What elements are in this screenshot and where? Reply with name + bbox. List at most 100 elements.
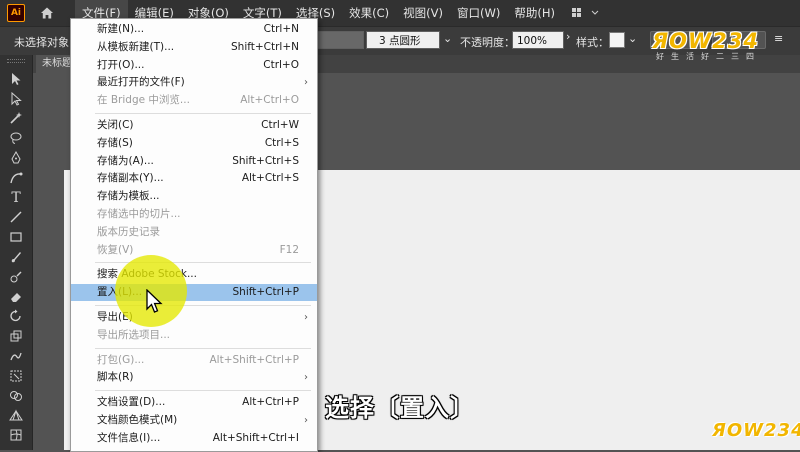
- menu-item-label: 存储选中的切片...: [97, 208, 181, 220]
- menu-item-label: 恢复(V): [97, 243, 134, 256]
- type-tool-icon[interactable]: T: [0, 188, 32, 208]
- menu-separator: [95, 113, 311, 114]
- menu-item-label: 文档颜色模式(M): [97, 414, 178, 426]
- file-menu-item[interactable]: 关闭(C) Ctrl+W: [71, 117, 317, 134]
- mouse-cursor-icon: [146, 288, 164, 318]
- home-icon[interactable]: [39, 5, 55, 21]
- shaper-tool-icon[interactable]: [0, 267, 32, 287]
- file-menu-item[interactable]: 存储为(A)... Shift+Ctrl+S: [71, 153, 317, 170]
- menu-item-label: 版本历史记录: [97, 225, 160, 238]
- menu-item-shortcut: Ctrl+N: [263, 23, 299, 35]
- file-menu-item[interactable]: 搜索 Adobe Stock...: [71, 266, 317, 283]
- lasso-tool-icon[interactable]: [0, 128, 32, 148]
- submenu-arrow-icon: ›: [304, 77, 308, 89]
- menu-item-label: 存储为(A)...: [97, 154, 154, 167]
- style-label: 样式：: [576, 36, 609, 49]
- menu-item[interactable]: 视图(V): [396, 0, 450, 26]
- menu-item-label: 从模板新建(T)...: [97, 40, 175, 53]
- file-menu-item[interactable]: 版本历史记录: [71, 224, 317, 241]
- file-menu-item[interactable]: 新建(N)... Ctrl+N: [71, 21, 317, 38]
- file-menu-item[interactable]: 脚本(R) ›: [71, 369, 317, 386]
- tools-panel: T: [0, 55, 33, 450]
- file-menu-item[interactable]: 恢复(V) F12: [71, 242, 317, 259]
- brush-definition-dropdown[interactable]: 3 点圆形: [366, 31, 440, 49]
- watermark-logo: ЯOW234 好生活好二三四: [652, 29, 761, 61]
- file-menu-item[interactable]: 存储选中的切片...: [71, 206, 317, 223]
- menu-item-label: 关闭(C): [97, 119, 134, 131]
- file-menu-item[interactable]: 打开(O)... Ctrl+O: [71, 57, 317, 74]
- menu-item-shortcut: Alt+Ctrl+P: [242, 396, 299, 409]
- file-menu-item[interactable]: 置入(L)...Shift+Ctrl+P: [71, 284, 317, 302]
- menu-item-label: 新建(N)...: [97, 23, 145, 35]
- menu-item-shortcut: Shift+Ctrl+N: [231, 40, 299, 53]
- menu-item-label: 最近打开的文件(F): [97, 76, 185, 89]
- menu-item-label: 文件信息(I)...: [97, 431, 161, 444]
- file-menu-item[interactable]: 存储副本(Y)... Alt+Ctrl+S: [71, 170, 317, 187]
- warp-tool-icon[interactable]: [0, 346, 32, 366]
- opacity-label: 不透明度：: [460, 36, 515, 49]
- menu-item-label: 存储为模板...: [97, 190, 160, 203]
- menu-item[interactable]: 效果(C): [342, 0, 396, 26]
- scale-tool-icon[interactable]: [0, 326, 32, 346]
- menu-item-shortcut: Ctrl+S: [264, 136, 299, 149]
- chevron-right-icon[interactable]: ›: [566, 30, 570, 43]
- file-menu-item[interactable]: 在 Bridge 中浏览... Alt+Ctrl+O: [71, 92, 317, 109]
- menu-item-label: 脚本(R): [97, 371, 134, 384]
- menu-item-shortcut: Alt+Shift+Ctrl+P: [209, 353, 300, 366]
- file-menu-item[interactable]: 存储为模板...: [71, 188, 317, 205]
- file-menu-item[interactable]: 文档颜色模式(M) ›: [71, 412, 317, 429]
- menu-item-label: 打包(G)...: [97, 353, 145, 366]
- rotate-tool-icon[interactable]: [0, 307, 32, 327]
- menu-item-shortcut: Alt+Shift+Ctrl+I: [212, 431, 299, 444]
- panel-menu-icon[interactable]: ≡: [774, 32, 783, 45]
- free-transform-tool-icon[interactable]: [0, 366, 32, 386]
- menu-item-label: 在 Bridge 中浏览...: [97, 94, 190, 107]
- menu-item[interactable]: 帮助(H): [507, 0, 562, 26]
- menu-item-label: 存储副本(Y)...: [97, 172, 164, 185]
- file-menu-item[interactable]: 最近打开的文件(F) ›: [71, 74, 317, 91]
- paintbrush-tool-icon[interactable]: [0, 247, 32, 267]
- style-swatch[interactable]: [609, 32, 625, 48]
- chevron-down-icon[interactable]: ⌄: [628, 32, 637, 45]
- file-menu-item[interactable]: 文档设置(D)... Alt+Ctrl+P: [71, 394, 317, 411]
- opacity-value: 100%: [517, 35, 548, 47]
- file-menu-item[interactable]: 从模板新建(T)... Shift+Ctrl+N: [71, 39, 317, 56]
- file-menu-item[interactable]: 文件信息(I)... Alt+Shift+Ctrl+I: [71, 430, 317, 447]
- file-menu-item[interactable]: 导出所选项目...: [71, 327, 317, 344]
- pen-tool-icon[interactable]: [0, 148, 32, 168]
- eraser-tool-icon[interactable]: [0, 287, 32, 307]
- app-logo: Ai: [7, 4, 25, 22]
- menu-separator: [95, 390, 311, 392]
- menu-item-shortcut: Shift+Ctrl+S: [232, 154, 299, 167]
- menu-item-label: 存储(S): [97, 136, 133, 149]
- mesh-tool-icon[interactable]: [0, 425, 32, 445]
- shape-builder-tool-icon[interactable]: [0, 386, 32, 406]
- chevron-down-icon[interactable]: ⌄: [443, 32, 452, 45]
- direct-selection-tool-icon[interactable]: [0, 89, 32, 109]
- menu-item[interactable]: 窗口(W): [450, 0, 507, 26]
- file-menu-item[interactable]: 导出(E) ›: [71, 309, 317, 326]
- selection-status: 未选择对象: [14, 36, 69, 49]
- subtitle-caption: 选择〔置入〕: [325, 393, 475, 422]
- file-menu-item[interactable]: 存储(S) Ctrl+S: [71, 135, 317, 152]
- line-segment-tool-icon[interactable]: [0, 208, 32, 228]
- stroke-weight-field[interactable]: [316, 31, 364, 49]
- menu-item-shortcut: Alt+Ctrl+O: [240, 94, 299, 107]
- menu-item-label: 打开(O)...: [97, 58, 145, 71]
- menu-item-label: 导出所选项目...: [97, 328, 171, 341]
- menu-item-shortcut: Ctrl+W: [261, 119, 299, 131]
- curvature-tool-icon[interactable]: [0, 168, 32, 188]
- submenu-arrow-icon: ›: [304, 372, 308, 384]
- brush-value: 3 点圆形: [379, 35, 421, 47]
- magic-wand-tool-icon[interactable]: [0, 109, 32, 129]
- file-menu-dropdown: 新建(N)... Ctrl+N 从模板新建(T)... Shift+Ctrl+N 打开(…: [70, 18, 318, 452]
- workspace-layout-icon[interactable]: [571, 7, 599, 19]
- menu-item-shortcut: Alt+Ctrl+S: [241, 172, 299, 185]
- file-menu-item[interactable]: 打包(G)... Alt+Shift+Ctrl+P: [71, 352, 317, 369]
- panel-grip[interactable]: [7, 59, 25, 63]
- rectangle-tool-icon[interactable]: [0, 227, 32, 247]
- perspective-grid-tool-icon[interactable]: [0, 406, 32, 426]
- opacity-field[interactable]: 100%: [512, 31, 564, 49]
- menu-item-shortcut: Ctrl+O: [263, 58, 299, 71]
- selection-tool-icon[interactable]: [0, 69, 32, 89]
